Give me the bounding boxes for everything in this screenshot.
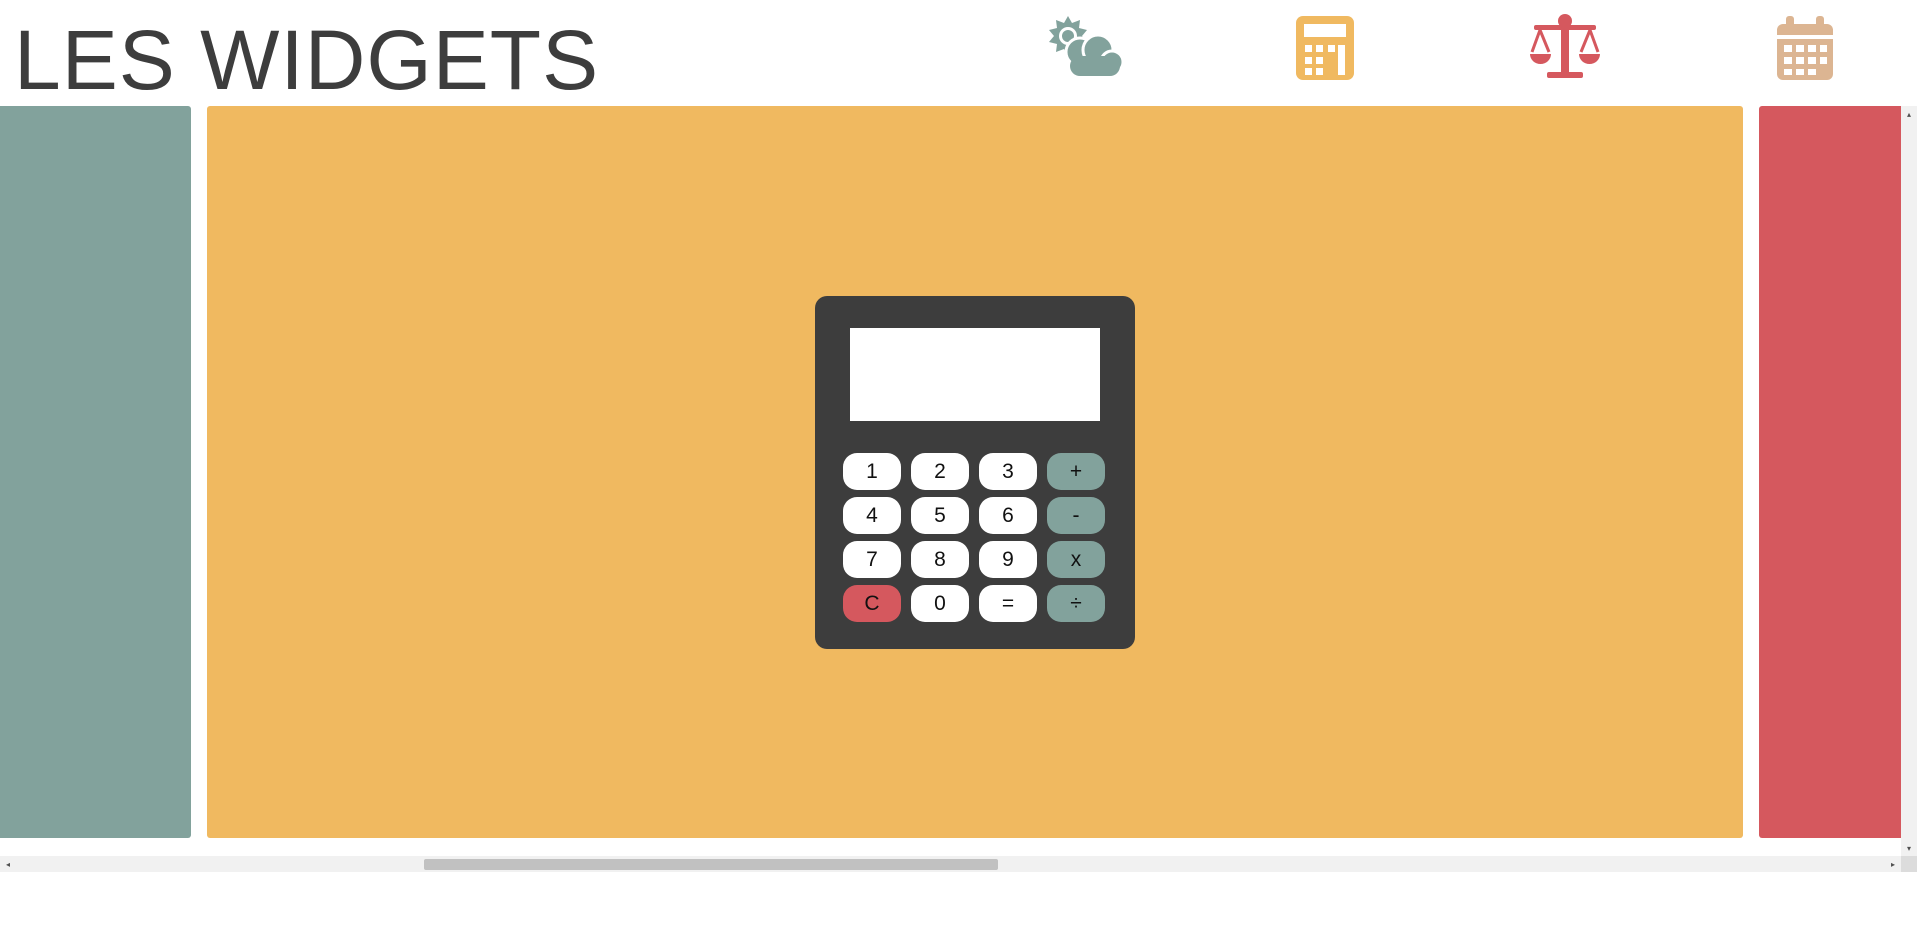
- key-multiply-button[interactable]: x: [1047, 541, 1105, 578]
- key-divide-button[interactable]: ÷: [1047, 585, 1105, 622]
- widget-carousel[interactable]: 1 2 3 +4 5 6- 7 8 9 x C 0 = ÷: [0, 106, 1901, 856]
- scroll-down-icon[interactable]: ▾: [1901, 840, 1917, 856]
- weather-icon[interactable]: [1040, 12, 1130, 82]
- scale-icon-graphic: [1530, 14, 1600, 78]
- calculator-display[interactable]: [850, 328, 1100, 421]
- key-equals-button[interactable]: =: [979, 585, 1037, 622]
- key-digit-2-button[interactable]: 2: [911, 453, 969, 490]
- calendar-icon[interactable]: [1760, 12, 1850, 82]
- header: LES WIDGETS: [0, 0, 1917, 107]
- key-digit-0-button[interactable]: 0: [911, 585, 969, 622]
- scale-icon[interactable]: [1520, 12, 1610, 82]
- scroll-up-icon[interactable]: ▴: [1901, 106, 1917, 122]
- key-clear-button[interactable]: C: [843, 585, 901, 622]
- calculator-icon[interactable]: [1280, 12, 1370, 82]
- scroll-left-icon[interactable]: ◂: [0, 856, 16, 872]
- key-digit-6-button[interactable]: 6: [979, 497, 1037, 534]
- vertical-scrollbar[interactable]: ▴ ▾: [1901, 106, 1917, 856]
- weather-icon-graphic: [1049, 16, 1125, 76]
- page-title: LES WIDGETS: [14, 13, 600, 107]
- scrollbar-corner: [1901, 856, 1917, 872]
- key-digit-7-button[interactable]: 7: [843, 541, 901, 578]
- key-digit-8-button[interactable]: 8: [911, 541, 969, 578]
- key-minus-button[interactable]: -: [1047, 497, 1105, 534]
- converter-widget-panel: [1759, 106, 1901, 838]
- key-digit-5-button[interactable]: 5: [911, 497, 969, 534]
- key-digit-3-button[interactable]: 3: [979, 453, 1037, 490]
- horizontal-scrollbar[interactable]: ◂ ▸: [0, 856, 1901, 872]
- calculator-widget-panel: 1 2 3 +4 5 6- 7 8 9 x C 0 = ÷: [207, 106, 1743, 838]
- key-digit-4-button[interactable]: 4: [843, 497, 901, 534]
- calculator-icon-graphic: [1296, 16, 1354, 80]
- calendar-icon-graphic: [1777, 16, 1833, 80]
- key-plus-button[interactable]: +: [1047, 453, 1105, 490]
- horizontal-scrollbar-thumb[interactable]: [424, 859, 998, 870]
- key-digit-9-button[interactable]: 9: [979, 541, 1037, 578]
- scroll-right-icon[interactable]: ▸: [1885, 856, 1901, 872]
- key-digit-1-button[interactable]: 1: [843, 453, 901, 490]
- calculator: 1 2 3 +4 5 6- 7 8 9 x C 0 = ÷: [815, 296, 1135, 649]
- weather-widget-panel: [0, 106, 191, 838]
